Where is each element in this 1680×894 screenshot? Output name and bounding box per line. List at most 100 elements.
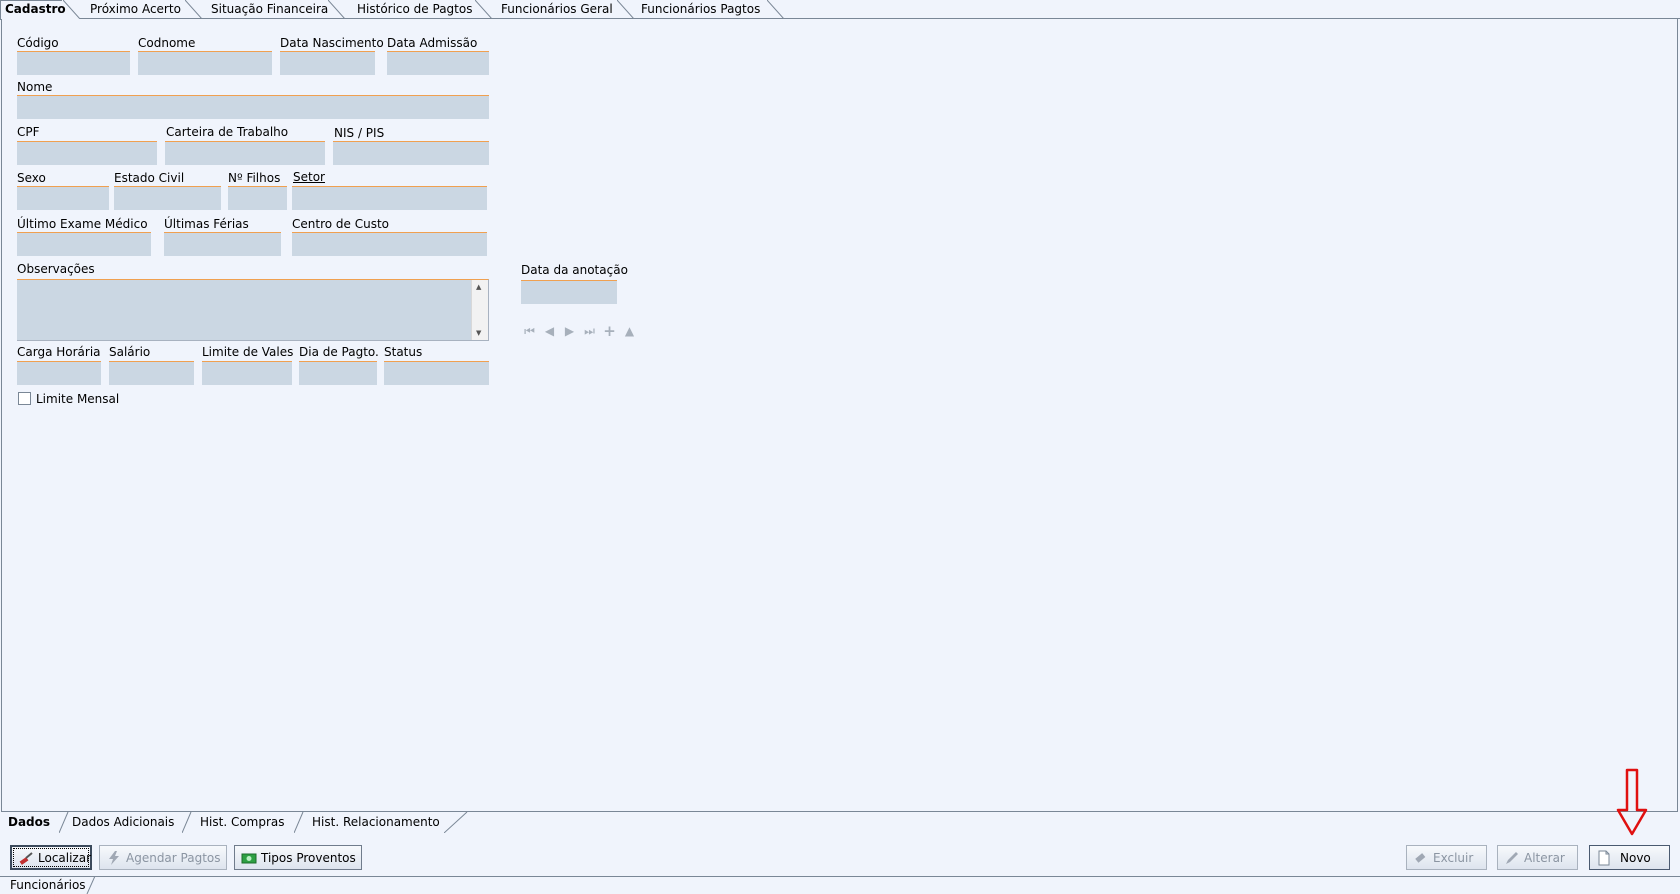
salario-input[interactable] bbox=[109, 361, 194, 385]
tab-slant bbox=[185, 0, 203, 19]
limite-mensal-label: Limite Mensal bbox=[36, 392, 120, 406]
tab-label: Próximo Acerto bbox=[90, 2, 181, 16]
status-select[interactable] bbox=[384, 361, 489, 385]
up-icon[interactable]: ▲ bbox=[622, 324, 637, 339]
agendar-pagtos-label: Agendar Pagtos bbox=[126, 850, 221, 865]
localizar-icon bbox=[18, 850, 34, 866]
ultimo-exame-label: Último Exame Médico bbox=[17, 217, 148, 231]
limite-mensal-checkbox[interactable] bbox=[18, 392, 31, 405]
sexo-select[interactable] bbox=[17, 186, 109, 210]
cpf-input[interactable] bbox=[17, 141, 157, 165]
subtab-slant bbox=[294, 811, 304, 833]
novo-label: Novo bbox=[1620, 850, 1651, 865]
nome-label: Nome bbox=[17, 80, 53, 94]
n-filhos-input[interactable] bbox=[228, 186, 287, 210]
localizar-label: Localizar bbox=[38, 850, 92, 865]
subtab-dados-adicionais[interactable]: Dados Adicionais bbox=[66, 811, 186, 833]
sub-tab-bar: Dados Dados Adicionais Hist. Compras His… bbox=[2, 811, 1678, 834]
tab-situacao-financeira[interactable]: Situação Financeira bbox=[206, 0, 346, 19]
red-down-arrow-icon bbox=[1616, 768, 1648, 836]
codigo-label: Código bbox=[17, 36, 59, 50]
subtab-hist-compras[interactable]: Hist. Compras bbox=[194, 811, 302, 833]
dia-pagto-input[interactable] bbox=[299, 361, 377, 385]
tipos-proventos-button[interactable]: Tipos Proventos bbox=[234, 845, 362, 870]
subtab-label: Dados Adicionais bbox=[72, 815, 175, 829]
lightning-icon bbox=[106, 850, 122, 866]
subtab-label: Dados bbox=[8, 815, 51, 829]
data-anotacao-input[interactable] bbox=[521, 280, 617, 304]
pencil-icon bbox=[1504, 850, 1520, 866]
tab-label: Histórico de Pagtos bbox=[357, 2, 473, 16]
nis-pis-label: NIS / PIS bbox=[334, 126, 385, 140]
limite-vales-input[interactable] bbox=[202, 361, 292, 385]
tab-label: Funcionários Geral bbox=[501, 2, 613, 16]
agendar-pagtos-button[interactable]: Agendar Pagtos bbox=[99, 845, 227, 870]
tab-funcionarios-pagtos[interactable]: Funcionários Pagtos bbox=[636, 0, 785, 19]
codnome-input[interactable] bbox=[138, 51, 272, 75]
next-record-icon[interactable]: ▶ bbox=[562, 324, 577, 339]
scroll-down-icon[interactable]: ▼ bbox=[476, 329, 481, 337]
ultimas-ferias-label: Últimas Férias bbox=[164, 217, 249, 231]
n-filhos-label: Nº Filhos bbox=[228, 171, 281, 185]
tab-label: Funcionários Pagtos bbox=[641, 2, 761, 16]
tab-historico-pagtos[interactable]: Histórico de Pagtos bbox=[352, 0, 493, 19]
footer-tab-outline bbox=[0, 876, 1680, 894]
tab-proximo-acerto[interactable]: Próximo Acerto bbox=[85, 0, 203, 19]
data-nascimento-input[interactable] bbox=[280, 51, 375, 75]
footer-tab-bar: Funcionários bbox=[0, 876, 1680, 894]
tab-funcionarios-geral[interactable]: Funcionários Geral bbox=[496, 0, 635, 19]
record-navigator: ⏮ ◀ ▶ ⏭ + ▲ bbox=[522, 324, 637, 339]
setor-input[interactable] bbox=[292, 186, 487, 210]
scroll-up-icon[interactable]: ▲ bbox=[476, 283, 481, 291]
last-record-icon[interactable]: ⏭ bbox=[582, 324, 597, 339]
tab-slant bbox=[767, 0, 785, 19]
carteira-trabalho-input[interactable] bbox=[165, 141, 325, 165]
dia-pagto-label: Dia de Pagto. bbox=[299, 345, 379, 359]
subtab-hist-relacionamento[interactable]: Hist. Relacionamento bbox=[306, 811, 466, 833]
carga-horaria-label: Carga Horária bbox=[17, 345, 101, 359]
centro-custo-input[interactable] bbox=[292, 232, 487, 256]
tab-slant bbox=[328, 0, 346, 19]
codnome-label: Codnome bbox=[138, 36, 196, 50]
tab-slant bbox=[617, 0, 635, 19]
alterar-button[interactable]: Alterar bbox=[1497, 845, 1578, 870]
subtab-dados[interactable]: Dados bbox=[2, 811, 61, 833]
cpf-label: CPF bbox=[17, 125, 40, 139]
sexo-label: Sexo bbox=[17, 171, 46, 185]
prior-record-icon[interactable]: ◀ bbox=[542, 324, 557, 339]
excluir-label: Excluir bbox=[1433, 850, 1474, 865]
carteira-trabalho-label: Carteira de Trabalho bbox=[166, 125, 289, 139]
data-anotacao-label: Data da anotação bbox=[521, 263, 628, 277]
add-record-icon[interactable]: + bbox=[602, 324, 617, 339]
ultimo-exame-input[interactable] bbox=[17, 232, 151, 256]
localizar-button[interactable]: Localizar bbox=[10, 845, 92, 870]
footer-tab-funcionarios[interactable]: Funcionários bbox=[10, 878, 86, 892]
ultimas-ferias-input[interactable] bbox=[164, 232, 281, 256]
observacoes-scrollbar[interactable]: ▲ ▼ bbox=[471, 280, 488, 340]
data-admissao-label: Data Admissão bbox=[387, 36, 478, 50]
subtab-slant bbox=[444, 811, 468, 833]
data-nascimento-label: Data Nascimento bbox=[280, 36, 384, 50]
subtab-slant bbox=[182, 811, 192, 833]
codigo-input[interactable] bbox=[17, 51, 130, 75]
subtab-label: Hist. Relacionamento bbox=[312, 815, 440, 829]
excluir-button[interactable]: Excluir bbox=[1406, 845, 1487, 870]
first-record-icon[interactable]: ⏮ bbox=[522, 324, 537, 339]
money-icon bbox=[241, 850, 257, 866]
observacoes-textarea[interactable]: ▲ ▼ bbox=[17, 279, 489, 341]
tab-slant bbox=[63, 0, 81, 19]
eraser-icon bbox=[1413, 850, 1429, 866]
novo-button[interactable]: Novo bbox=[1589, 845, 1670, 870]
setor-link[interactable]: Setor bbox=[293, 170, 325, 184]
status-label: Status bbox=[384, 345, 423, 359]
carga-horaria-input[interactable] bbox=[17, 361, 101, 385]
nis-pis-input[interactable] bbox=[333, 141, 489, 165]
centro-custo-label: Centro de Custo bbox=[292, 217, 389, 231]
data-admissao-input[interactable] bbox=[387, 51, 489, 75]
tab-cadastro[interactable]: Cadastro bbox=[0, 0, 81, 20]
tab-label: Situação Financeira bbox=[211, 2, 329, 16]
tab-label: Cadastro bbox=[5, 2, 66, 16]
subtab-label: Hist. Compras bbox=[200, 815, 285, 829]
estado-civil-select[interactable] bbox=[114, 186, 221, 210]
nome-input[interactable] bbox=[17, 95, 489, 119]
